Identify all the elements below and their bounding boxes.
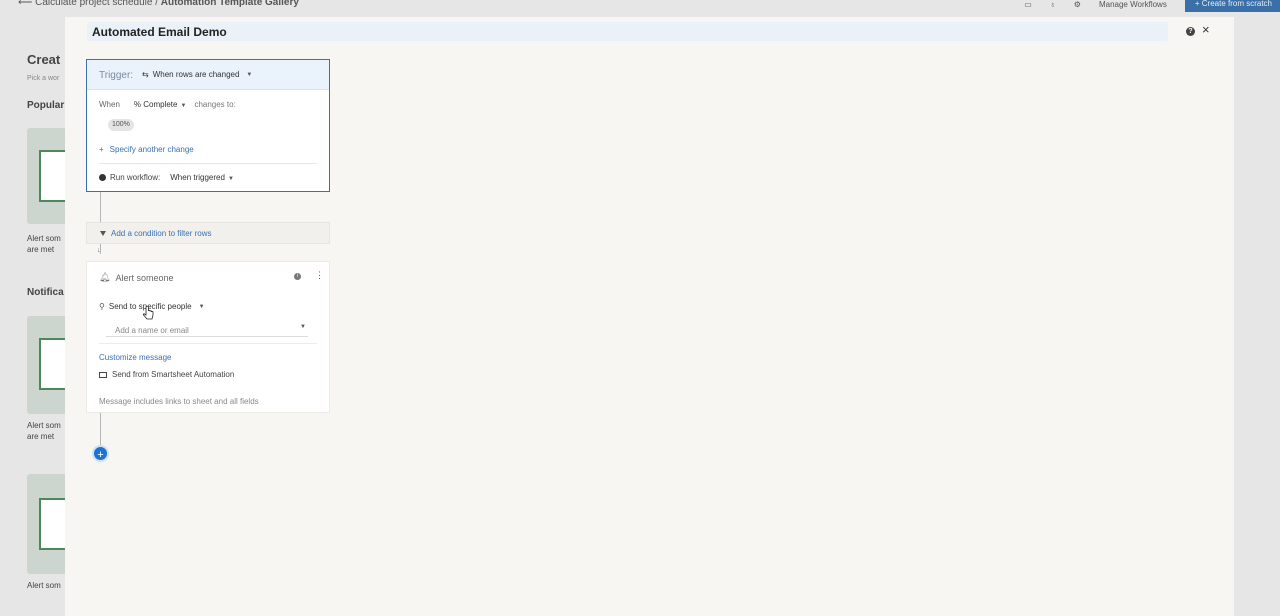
background-toolbar: ▭ ♁ ⚙ Manage Workflows + Create from scr… — [1024, 0, 1280, 12]
caption-line: Alert som — [27, 234, 61, 243]
bell-icon: 🔔︎ — [99, 272, 111, 282]
gear-icon[interactable]: ⚙ — [1074, 0, 1081, 9]
send-from-row[interactable]: Send from Smartsheet Automation — [99, 370, 234, 379]
section-notifications: Notifica — [27, 287, 64, 298]
breadcrumb-sheet[interactable]: Calculate project schedule — [35, 0, 152, 8]
specify-another-change-label: Specify another change — [109, 145, 194, 154]
template-caption: Alert som are met — [27, 420, 61, 442]
workflow-title-bar[interactable]: Automated Email Demo — [87, 22, 1168, 41]
section-popular: Popular — [27, 100, 65, 111]
breadcrumb-separator: / — [155, 0, 158, 8]
bulb-icon[interactable]: ♁ — [1050, 0, 1056, 9]
value-chip[interactable]: 100% — [108, 119, 134, 131]
column-dropdown[interactable]: % Complete ▼ — [134, 100, 187, 109]
breadcrumb-current: Automation Template Gallery — [160, 0, 299, 8]
chevron-down-icon: ▼ — [180, 103, 187, 109]
template-card[interactable] — [27, 474, 67, 574]
breadcrumb: ⟵ Calculate project schedule / Automatio… — [18, 0, 299, 8]
column-value: % Complete — [133, 100, 178, 109]
add-condition-link[interactable]: Add a condition to filter rows — [100, 229, 212, 238]
trigger-block[interactable]: Trigger: ⇆ When rows are changed ▼ When … — [86, 59, 330, 192]
recipient-field[interactable]: ▼ — [106, 320, 308, 338]
background-right-strip — [1234, 40, 1280, 616]
modal-header: Automated Email Demo ? × — [65, 17, 1234, 46]
chevron-down-icon: ▼ — [198, 303, 205, 310]
gallery-title: Creat — [27, 52, 61, 67]
workflow-title[interactable]: Automated Email Demo — [92, 25, 227, 39]
create-from-scratch-button[interactable]: + Create from scratch — [1184, 0, 1280, 12]
template-card[interactable] — [27, 128, 67, 224]
specify-another-change-link[interactable]: + Specify another change — [99, 145, 194, 154]
add-condition-label: Add a condition to filter rows — [111, 229, 212, 238]
action-block[interactable]: 🔔︎ Alert someone i ⋮ ⚲ Send to specific … — [86, 261, 330, 413]
trigger-condition-row: When % Complete ▼ changes to: — [99, 100, 236, 109]
hand-cursor-icon — [143, 306, 154, 320]
clock-icon — [99, 174, 106, 181]
template-thumbnail — [39, 150, 67, 202]
when-label: When — [99, 100, 120, 109]
workflow-editor-modal: Automated Email Demo ? × Trigger: ⇆ When… — [65, 17, 1234, 616]
manage-workflows-link[interactable]: Manage Workflows — [1099, 0, 1167, 9]
send-from-label: Send from Smartsheet Automation — [112, 370, 235, 379]
help-icon[interactable]: ? — [1186, 27, 1195, 36]
rows-changed-icon: ⇆ — [142, 70, 149, 79]
template-thumbnail — [39, 498, 67, 550]
condition-block[interactable]: Add a condition to filter rows — [86, 222, 330, 244]
customize-message-link[interactable]: Customize message — [99, 353, 171, 362]
filter-icon — [100, 231, 106, 236]
connector-arrow-icon: ↓ — [97, 247, 101, 254]
chevron-down-icon: ▼ — [246, 71, 253, 78]
run-workflow-label: Run workflow: — [110, 173, 161, 182]
info-icon[interactable]: i — [294, 273, 301, 280]
trigger-label: Trigger: — [99, 70, 134, 81]
recipient-input[interactable] — [106, 323, 286, 338]
run-workflow-dropdown[interactable]: When triggered ▼ — [170, 173, 234, 182]
template-thumbnail — [39, 338, 67, 390]
message-includes-note: Message includes links to sheet and all … — [99, 397, 259, 406]
mail-icon — [99, 371, 107, 378]
action-header: 🔔︎ Alert someone — [99, 272, 173, 283]
background-topbar: ⟵ Calculate project schedule / Automatio… — [0, 0, 1280, 12]
create-from-scratch-label: Create from scratch — [1201, 0, 1272, 8]
template-card[interactable] — [27, 316, 67, 414]
more-options-icon[interactable]: ⋮ — [315, 270, 324, 280]
caption-line: are met — [27, 245, 55, 254]
chevron-down-icon: ▼ — [227, 176, 234, 182]
run-workflow-row: Run workflow: When triggered ▼ — [99, 173, 234, 182]
back-arrow-icon[interactable]: ⟵ — [18, 0, 32, 8]
gallery-subtitle: Pick a wor — [27, 75, 60, 82]
run-workflow-value: When triggered — [170, 173, 225, 182]
plus-icon: + — [99, 145, 104, 154]
people-icon: ⚲ — [99, 302, 105, 311]
template-caption: Alert som are met — [27, 233, 61, 255]
trigger-header: Trigger: ⇆ When rows are changed ▼ — [87, 60, 329, 90]
feedback-icon[interactable]: ▭ — [1024, 0, 1032, 9]
caption-line: are met — [27, 432, 55, 441]
divider — [99, 343, 317, 344]
chevron-down-icon[interactable]: ▼ — [300, 324, 306, 330]
add-block-button[interactable]: + — [92, 445, 109, 462]
caption-line: Alert som — [27, 421, 61, 430]
connector-line — [100, 413, 101, 445]
trigger-type-dropdown[interactable]: ⇆ When rows are changed ▼ — [142, 70, 252, 79]
trigger-type-value: When rows are changed — [152, 70, 240, 79]
close-icon[interactable]: × — [1202, 23, 1210, 37]
action-title: Alert someone — [115, 272, 174, 283]
changes-to-label: changes to: — [194, 100, 236, 109]
connector-line — [100, 192, 101, 222]
divider — [99, 163, 317, 164]
template-caption: Alert som — [27, 581, 61, 590]
